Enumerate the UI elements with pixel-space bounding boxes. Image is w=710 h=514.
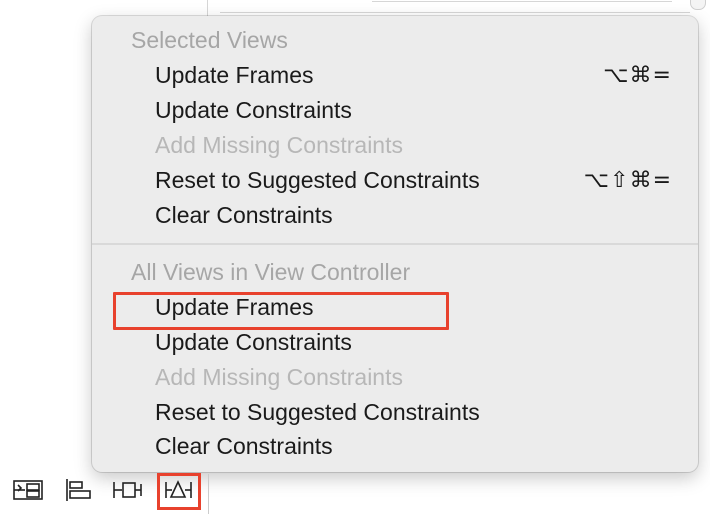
- menu-item-label: Update Frames: [155, 62, 314, 88]
- menu-item-update-constraints-all[interactable]: Update Constraints: [92, 325, 698, 360]
- keyboard-shortcut: ⌥⌘=: [603, 63, 672, 88]
- background-field-line-upper: [372, 1, 672, 2]
- menu-item-update-frames-selected[interactable]: Update Frames ⌥⌘=: [92, 58, 698, 93]
- section-header-label: All Views in View Controller: [131, 259, 411, 285]
- align-icon[interactable]: [63, 476, 95, 504]
- menu-item-add-missing-constraints-all: Add Missing Constraints: [92, 360, 698, 395]
- menu-item-add-missing-constraints-selected: Add Missing Constraints: [92, 128, 698, 163]
- menu-item-clear-constraints-all[interactable]: Clear Constraints: [92, 429, 698, 464]
- menu-item-label: Add Missing Constraints: [155, 364, 403, 390]
- menu-item-label: Update Constraints: [155, 329, 352, 355]
- toolbar-divider: [208, 474, 209, 514]
- menu-item-clear-constraints-selected[interactable]: Clear Constraints: [92, 198, 698, 233]
- menu-item-label: Add Missing Constraints: [155, 132, 403, 158]
- menu-item-label: Update Constraints: [155, 97, 352, 123]
- menu-item-label: Reset to Suggested Constraints: [155, 167, 480, 193]
- menu-item-label: Clear Constraints: [155, 202, 333, 228]
- menu-item-update-constraints-selected[interactable]: Update Constraints: [92, 93, 698, 128]
- pin-icon[interactable]: [112, 476, 144, 504]
- menu-item-label: Update Frames: [155, 294, 314, 320]
- menu-item-label: Clear Constraints: [155, 433, 333, 459]
- annotation-toolbar-highlight: [157, 473, 201, 510]
- section-header-all-views: All Views in View Controller: [92, 255, 698, 290]
- embed-in-stack-icon[interactable]: [12, 476, 44, 504]
- menu-item-label: Reset to Suggested Constraints: [155, 399, 480, 425]
- background-stepper: [690, 0, 706, 10]
- menu-item-reset-to-suggested-constraints-all[interactable]: Reset to Suggested Constraints: [92, 395, 698, 430]
- section-header-selected-views: Selected Views: [92, 23, 698, 58]
- menu-item-update-frames-all[interactable]: Update Frames: [92, 290, 698, 325]
- resolve-auto-layout-issues-menu: Selected Views Update Frames ⌥⌘= Update …: [92, 16, 698, 472]
- background-field-line: [220, 12, 690, 13]
- keyboard-shortcut: ⌥⇧⌘=: [583, 168, 672, 193]
- menu-separator: [92, 243, 698, 245]
- menu-item-reset-to-suggested-constraints-selected[interactable]: Reset to Suggested Constraints ⌥⇧⌘=: [92, 163, 698, 198]
- section-header-label: Selected Views: [131, 27, 288, 53]
